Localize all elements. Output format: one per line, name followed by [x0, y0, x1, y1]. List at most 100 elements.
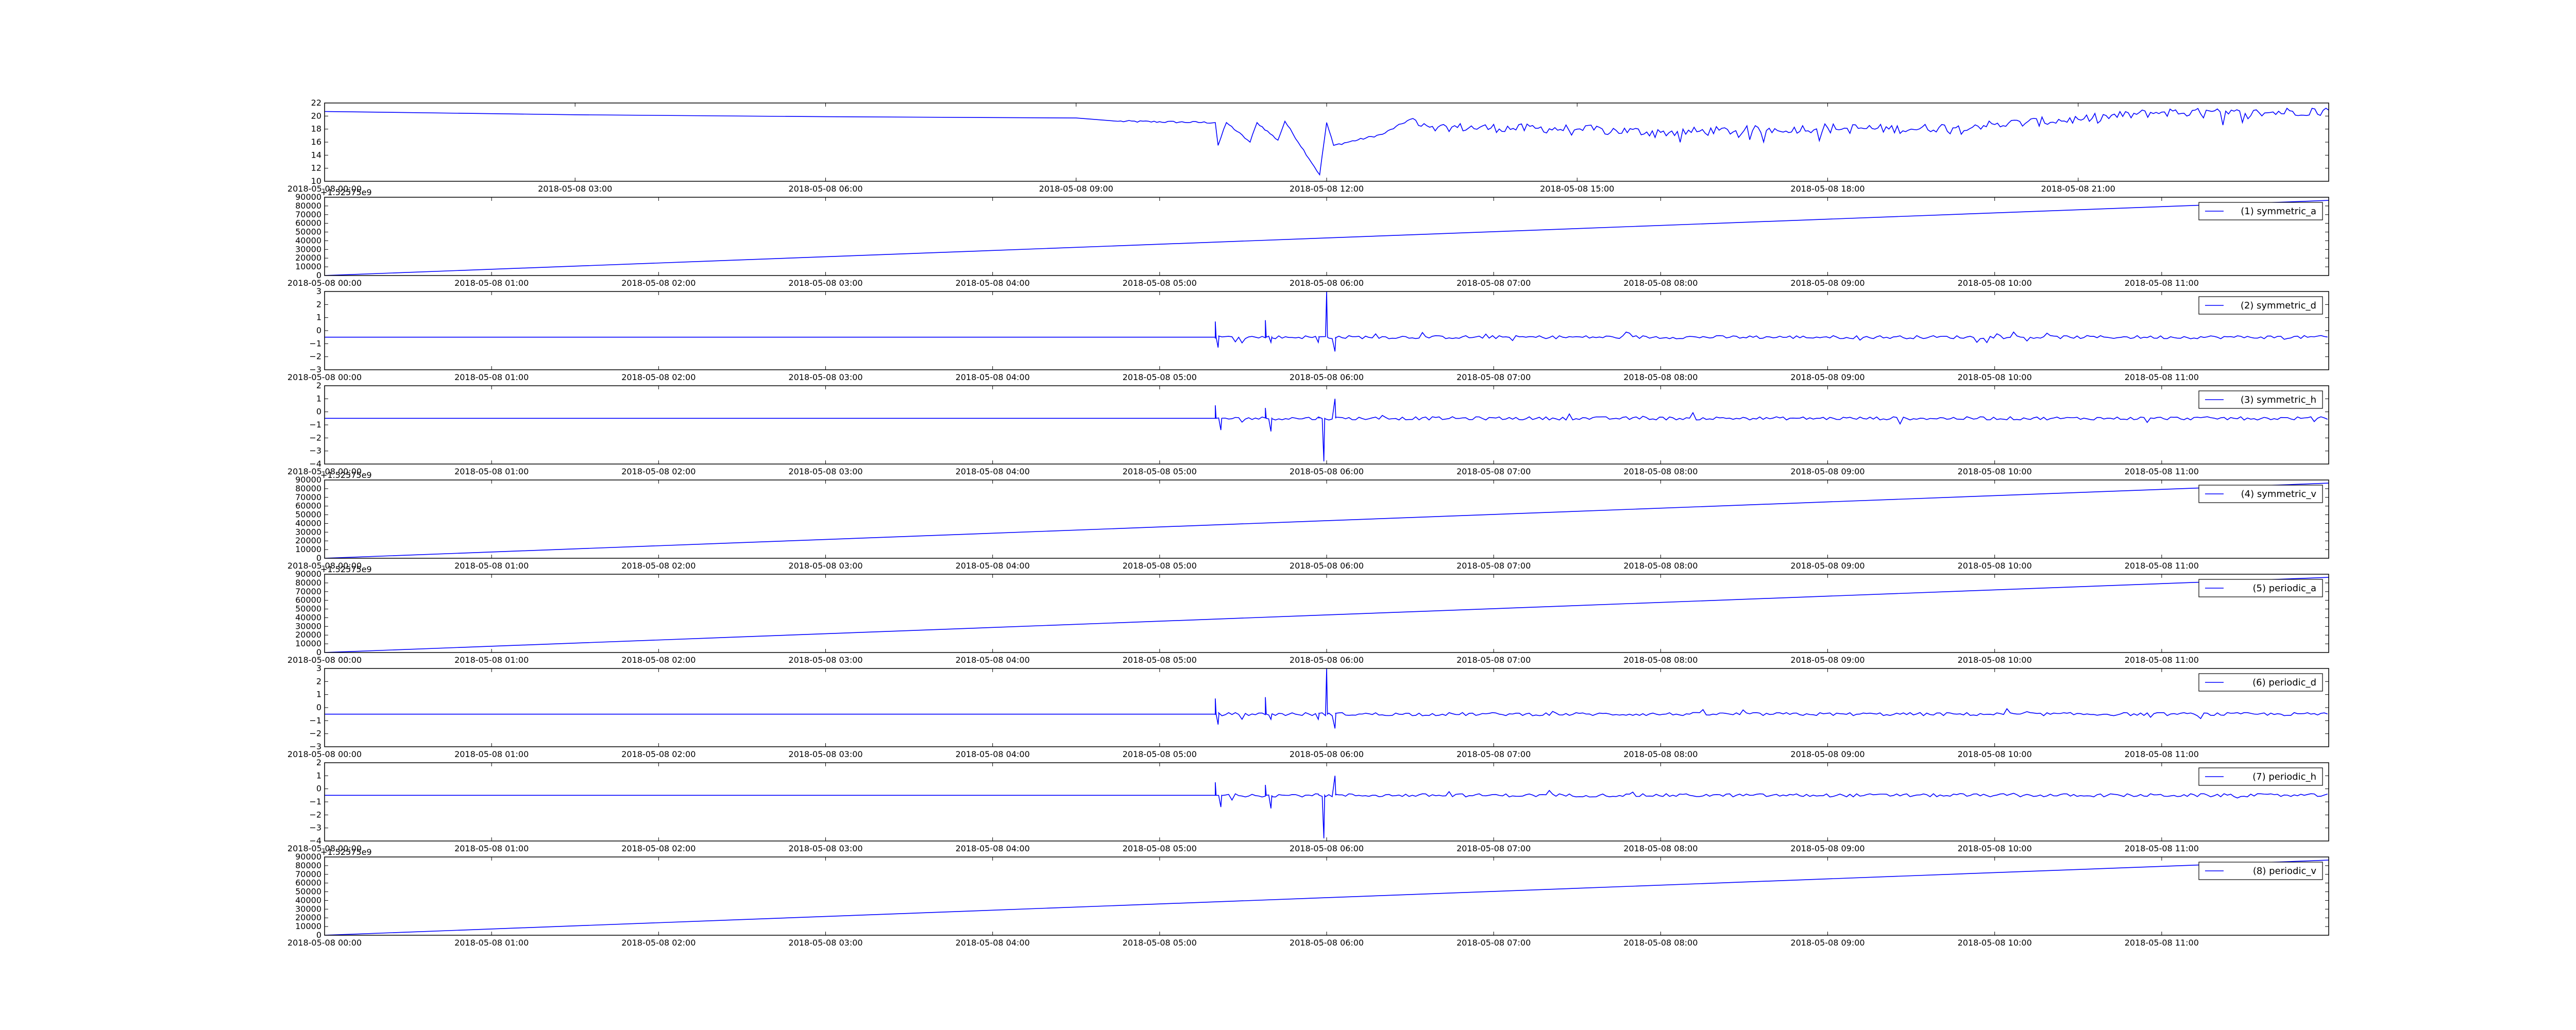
x-tick-label: 2018-05-08 02:00	[621, 278, 696, 288]
x-tick-label: 2018-05-08 07:00	[1456, 655, 1531, 665]
x-tick-label: 2018-05-08 06:00	[1290, 278, 1364, 288]
x-tick-label: 2018-05-08 07:00	[1456, 938, 1531, 948]
x-tick-label: 2018-05-08 01:00	[454, 938, 529, 948]
y-tick-label: 20000	[295, 630, 321, 640]
x-tick-label: 2018-05-08 05:00	[1123, 278, 1197, 288]
x-tick-label: 2018-05-08 05:00	[1123, 372, 1197, 382]
x-tick-label: 2018-05-08 06:00	[1290, 938, 1364, 948]
y-tick-label: 0	[316, 702, 321, 712]
x-tick-label: 2018-05-08 10:00	[1958, 278, 2032, 288]
x-tick-label: 2018-05-08 08:00	[1623, 372, 1698, 382]
x-tick-label: 2018-05-08 04:00	[956, 278, 1030, 288]
y-tick-label: −2	[309, 729, 321, 739]
legend-label: (7) periodic_h	[2252, 771, 2316, 782]
x-tick-label: 2018-05-08 11:00	[2125, 372, 2199, 382]
y-tick-label: −1	[309, 338, 321, 348]
x-tick-label: 2018-05-08 00:00	[287, 278, 362, 288]
x-tick-label: 2018-05-08 08:00	[1623, 655, 1698, 665]
y-tick-label: 40000	[295, 518, 321, 528]
y-tick-label: 2	[316, 758, 321, 767]
x-tick-label: 2018-05-08 09:00	[1039, 184, 1113, 194]
x-tick-label: 2018-05-08 00:00	[287, 938, 362, 948]
legend-label: (8) periodic_v	[2253, 866, 2316, 877]
y-tick-label: 20000	[295, 253, 321, 263]
x-tick-label: 2018-05-08 00:00	[287, 749, 362, 759]
x-tick-label: 2018-05-08 11:00	[2125, 561, 2199, 571]
y-tick-label: 40000	[295, 612, 321, 622]
y-tick-label: −2	[309, 352, 321, 362]
y-tick-label: 70000	[295, 587, 321, 596]
y-tick-label: 2	[316, 381, 321, 390]
y-tick-label: 80000	[295, 578, 321, 588]
x-tick-label: 2018-05-08 10:00	[1958, 938, 2032, 948]
x-tick-label: 2018-05-08 03:00	[788, 372, 862, 382]
x-tick-label: 2018-05-08 04:00	[956, 561, 1030, 571]
x-tick-label: 2018-05-08 08:00	[1623, 561, 1698, 571]
y-tick-label: 3	[316, 663, 321, 673]
x-tick-label: 2018-05-08 06:00	[1290, 372, 1364, 382]
x-tick-label: 2018-05-08 02:00	[621, 561, 696, 571]
x-tick-label: 2018-05-08 05:00	[1123, 938, 1197, 948]
x-tick-label: 2018-05-08 02:00	[621, 655, 696, 665]
y-tick-label: −1	[309, 715, 321, 725]
y-tick-label: 18	[311, 124, 321, 134]
x-tick-label: 2018-05-08 05:00	[1123, 561, 1197, 571]
x-tick-label: 2018-05-08 06:00	[1290, 467, 1364, 476]
y-tick-label: 22	[311, 98, 321, 108]
x-tick-label: 2018-05-08 04:00	[956, 372, 1030, 382]
y-tick-label: 1	[316, 770, 321, 780]
y-tick-label: 80000	[295, 861, 321, 870]
y-tick-label: 12	[311, 163, 321, 173]
x-tick-label: 2018-05-08 02:00	[621, 467, 696, 476]
y-tick-label: 80000	[295, 484, 321, 493]
x-tick-label: 2018-05-08 11:00	[2125, 278, 2199, 288]
x-tick-label: 2018-05-08 06:00	[1290, 561, 1364, 571]
y-tick-label: 30000	[295, 244, 321, 254]
x-tick-label: 2018-05-08 12:00	[1290, 184, 1364, 194]
x-tick-label: 2018-05-08 03:00	[788, 938, 862, 948]
x-tick-label: 2018-05-08 04:00	[956, 749, 1030, 759]
y-tick-label: 3	[316, 286, 321, 296]
x-tick-label: 2018-05-08 07:00	[1456, 278, 1531, 288]
y-tick-label: 60000	[295, 218, 321, 228]
x-tick-label: 2018-05-08 03:00	[788, 749, 862, 759]
y-tick-label: 70000	[295, 869, 321, 879]
y-tick-label: −3	[309, 446, 321, 456]
x-tick-label: 2018-05-08 05:00	[1123, 467, 1197, 476]
y-tick-label: 80000	[295, 201, 321, 211]
legend-label: (2) symmetric_d	[2241, 300, 2316, 311]
legend-label: (5) periodic_a	[2253, 583, 2317, 594]
y-tick-label: 30000	[295, 904, 321, 914]
y-tick-label: 10000	[295, 639, 321, 648]
x-tick-label: 2018-05-08 04:00	[956, 844, 1030, 853]
y-tick-label: 40000	[295, 895, 321, 905]
x-tick-label: 2018-05-08 21:00	[2041, 184, 2115, 194]
x-tick-label: 2018-05-08 10:00	[1958, 561, 2032, 571]
x-tick-label: 2018-05-08 09:00	[1790, 749, 1865, 759]
x-tick-label: 2018-05-08 06:00	[1290, 655, 1364, 665]
x-tick-label: 2018-05-08 11:00	[2125, 467, 2199, 476]
y-tick-label: 20000	[295, 913, 321, 922]
y-tick-label: −1	[309, 420, 321, 430]
x-tick-label: 2018-05-08 03:00	[788, 467, 862, 476]
legend-label: (1) symmetric_a	[2241, 206, 2316, 217]
x-tick-label: 2018-05-08 04:00	[956, 467, 1030, 476]
x-tick-label: 2018-05-08 08:00	[1623, 938, 1698, 948]
y-tick-label: −3	[309, 823, 321, 833]
y-tick-label: 60000	[295, 501, 321, 511]
x-tick-label: 2018-05-08 07:00	[1456, 467, 1531, 476]
x-tick-label: 2018-05-08 11:00	[2125, 749, 2199, 759]
x-tick-label: 2018-05-08 08:00	[1623, 278, 1698, 288]
x-tick-label: 2018-05-08 01:00	[454, 749, 529, 759]
x-tick-label: 2018-05-08 09:00	[1790, 467, 1865, 476]
y-tick-label: 90000	[295, 475, 321, 485]
x-tick-label: 2018-05-08 10:00	[1958, 749, 2032, 759]
y-tick-label: 90000	[295, 192, 321, 202]
figure-canvas: 101214161820222018-05-08 00:00 2018-05-08…	[0, 0, 2576, 1030]
x-tick-label: 2018-05-08 09:00	[1790, 655, 1865, 665]
y-tick-label: 90000	[295, 569, 321, 579]
x-tick-label: 2018-05-08 07:00	[1456, 749, 1531, 759]
x-tick-label: 2018-05-08 10:00	[1958, 655, 2032, 665]
x-tick-label: 2018-05-08 09:00	[1790, 844, 1865, 853]
y-tick-label: −1	[309, 797, 321, 806]
